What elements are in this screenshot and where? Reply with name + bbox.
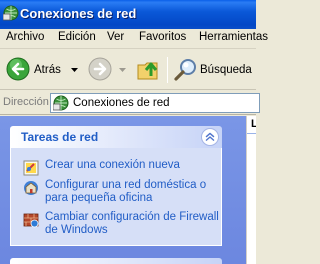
task-create-connection-label: Crear una conexión nueva	[45, 159, 180, 171]
search-icon	[174, 59, 196, 81]
standard-toolbar: Atrás Búsqueda	[0, 50, 256, 90]
task-home-network[interactable]: Configurar una red doméstica o para pequ…	[23, 179, 219, 207]
content-header-initial: L	[251, 118, 256, 130]
address-value: Conexiones de red	[73, 97, 170, 109]
search-button[interactable]: Búsqueda	[172, 54, 256, 86]
toolbar-separator	[167, 57, 168, 83]
task-create-connection[interactable]: Crear una conexión nueva	[23, 159, 219, 176]
back-button[interactable]: Atrás	[4, 54, 84, 86]
menu-ver[interactable]: Ver	[107, 31, 124, 43]
task-home-network-label: Configurar una red doméstica o para pequ…	[45, 179, 207, 204]
menu-archivo[interactable]: Archivo	[6, 31, 44, 43]
firewall-icon	[23, 213, 39, 228]
network-tasks-panel: Tareas de red Crear una conexión nueva C…	[10, 126, 222, 246]
new-connection-icon	[23, 160, 39, 176]
forward-arrow-icon	[88, 57, 112, 81]
window-title: Conexiones de red	[20, 6, 137, 21]
search-label: Búsqueda	[200, 64, 252, 76]
network-tasks-body: Crear una conexión nueva Configurar una …	[10, 148, 222, 246]
up-folder-button[interactable]	[136, 54, 164, 86]
collapse-chevron-icon[interactable]	[201, 128, 219, 146]
content-area[interactable]: L	[246, 116, 256, 264]
network-tasks-header[interactable]: Tareas de red	[10, 126, 222, 148]
menu-bar: Archivo Edición Ver Favoritos Herramient…	[0, 29, 268, 49]
network-connections-icon	[53, 95, 69, 111]
address-bar: Dirección Conexiones de red	[0, 91, 260, 115]
forward-button[interactable]	[88, 54, 128, 86]
content-header-divider	[247, 133, 256, 134]
network-connections-icon	[3, 5, 19, 21]
back-dropdown-icon[interactable]	[71, 68, 78, 73]
next-panel-header[interactable]	[10, 258, 222, 264]
task-firewall-settings-label: Cambiar configuración de Firewall de Win…	[45, 211, 219, 236]
menu-edicion[interactable]: Edición	[58, 31, 96, 43]
address-label: Dirección	[3, 96, 49, 108]
folder-up-icon	[137, 62, 158, 80]
task-firewall-settings[interactable]: Cambiar configuración de Firewall de Win…	[23, 211, 219, 239]
menu-herramientas[interactable]: Herramientas	[199, 31, 268, 43]
home-network-icon	[24, 181, 38, 195]
address-input[interactable]: Conexiones de red	[50, 93, 260, 113]
title-bar[interactable]: Conexiones de red	[0, 0, 256, 29]
forward-dropdown-icon[interactable]	[119, 68, 126, 73]
network-tasks-title: Tareas de red	[21, 130, 99, 144]
menu-favoritos[interactable]: Favoritos	[139, 31, 186, 43]
back-arrow-icon	[6, 57, 30, 81]
back-label: Atrás	[34, 64, 61, 76]
